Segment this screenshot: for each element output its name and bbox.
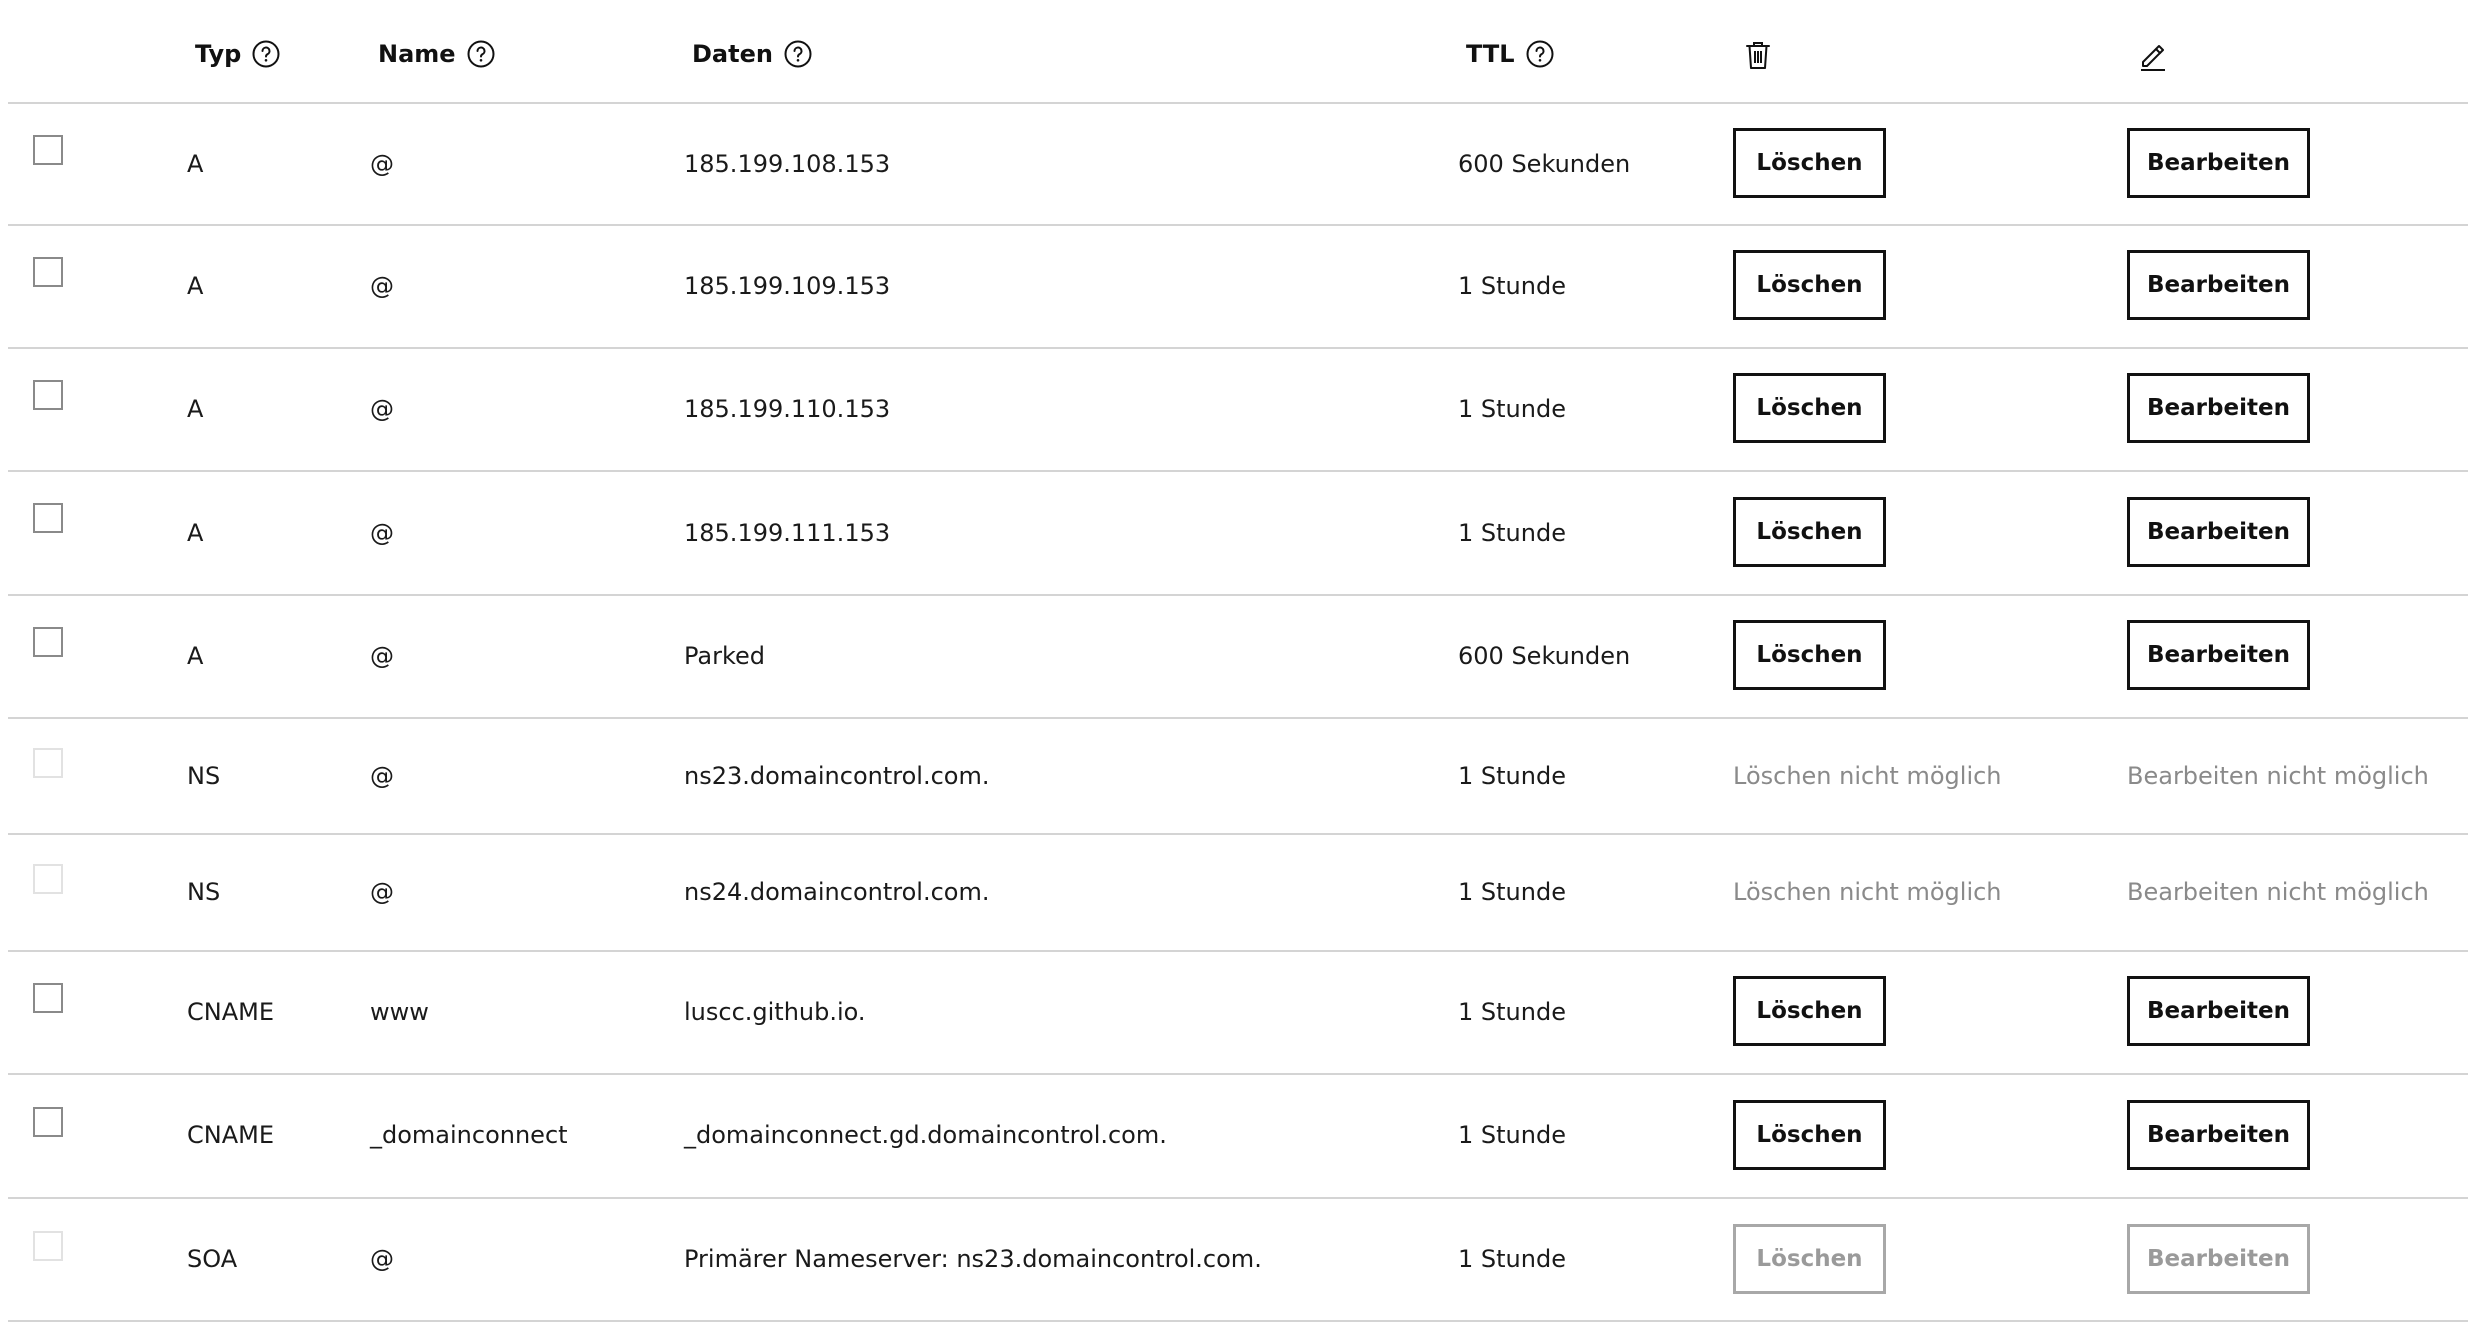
row-checkbox[interactable] (33, 1107, 63, 1137)
help-circle-icon[interactable] (251, 39, 281, 69)
record-ttl: 1 Stunde (1458, 272, 1566, 300)
record-ttl: 1 Stunde (1458, 762, 1566, 790)
delete-button[interactable]: Löschen (1733, 1100, 1886, 1170)
table-row: CNAME _domainconnect _domainconnect.gd.d… (8, 1075, 2468, 1199)
row-checkbox (33, 1231, 63, 1261)
record-data: ns23.domaincontrol.com. (684, 762, 990, 790)
help-circle-icon[interactable] (783, 39, 813, 69)
header-data-label: Daten (692, 40, 773, 68)
delete-not-possible-text: Löschen nicht möglich (1733, 762, 2002, 790)
header-ttl: TTL (1466, 38, 1555, 70)
table-row: A @ 185.199.110.153 1 Stunde Löschen Bea… (8, 349, 2468, 472)
row-checkbox[interactable] (33, 380, 63, 410)
help-circle-icon[interactable] (1525, 39, 1555, 69)
record-ttl: 1 Stunde (1458, 395, 1566, 423)
record-data: 185.199.111.153 (684, 519, 891, 547)
edit-button[interactable]: Bearbeiten (2127, 128, 2310, 198)
table-row: NS @ ns24.domaincontrol.com. 1 Stunde Lö… (8, 835, 2468, 952)
record-type: SOA (187, 1245, 238, 1273)
help-circle-icon[interactable] (466, 39, 496, 69)
record-name: @ (370, 272, 394, 300)
record-data: 185.199.110.153 (684, 395, 891, 423)
edit-button[interactable]: Bearbeiten (2127, 1100, 2310, 1170)
header-name: Name (378, 38, 496, 70)
record-name: @ (370, 878, 394, 906)
record-type: A (187, 272, 204, 300)
record-ttl: 1 Stunde (1458, 998, 1566, 1026)
table-row: NS @ ns23.domaincontrol.com. 1 Stunde Lö… (8, 719, 2468, 835)
record-name: _domainconnect (370, 1121, 568, 1149)
delete-button[interactable]: Löschen (1733, 976, 1886, 1046)
delete-button[interactable]: Löschen (1733, 128, 1886, 198)
record-data: Parked (684, 642, 766, 670)
trash-icon (1741, 38, 1775, 72)
table-row: A @ Parked 600 Sekunden Löschen Bearbeit… (8, 596, 2468, 719)
table-header: Typ Name Daten TTL (8, 0, 2468, 104)
record-name: @ (370, 519, 394, 547)
header-data: Daten (692, 38, 813, 70)
record-ttl: 600 Sekunden (1458, 150, 1631, 178)
record-name: @ (370, 1245, 394, 1273)
edit-not-possible-text: Bearbeiten nicht möglich (2127, 762, 2429, 790)
pencil-icon (2135, 38, 2169, 72)
row-checkbox[interactable] (33, 503, 63, 533)
record-ttl: 1 Stunde (1458, 519, 1566, 547)
row-checkbox[interactable] (33, 983, 63, 1013)
edit-button[interactable]: Bearbeiten (2127, 620, 2310, 690)
row-checkbox[interactable] (33, 135, 63, 165)
table-row: A @ 185.199.108.153 600 Sekunden Löschen… (8, 104, 2468, 226)
delete-not-possible-text: Löschen nicht möglich (1733, 878, 2002, 906)
table-row: A @ 185.199.111.153 1 Stunde Löschen Bea… (8, 472, 2468, 596)
record-type: NS (187, 878, 221, 906)
record-name: @ (370, 762, 394, 790)
header-type-label: Typ (195, 40, 242, 68)
record-name: www (370, 998, 429, 1026)
table-row: A @ 185.199.109.153 1 Stunde Löschen Bea… (8, 226, 2468, 349)
record-type: CNAME (187, 1121, 274, 1149)
record-type: CNAME (187, 998, 274, 1026)
table-row: SOA @ Primärer Nameserver: ns23.domainco… (8, 1199, 2468, 1322)
delete-button[interactable]: Löschen (1733, 250, 1886, 320)
record-ttl: 1 Stunde (1458, 1121, 1566, 1149)
edit-button[interactable]: Bearbeiten (2127, 976, 2310, 1046)
header-type: Typ (195, 38, 281, 70)
record-name: @ (370, 395, 394, 423)
record-type: NS (187, 762, 221, 790)
delete-button-disabled: Löschen (1733, 1224, 1886, 1294)
record-data: luscc.github.io. (684, 998, 866, 1026)
edit-button[interactable]: Bearbeiten (2127, 497, 2310, 567)
record-ttl: 1 Stunde (1458, 878, 1566, 906)
table-row: CNAME www luscc.github.io. 1 Stunde Lösc… (8, 952, 2468, 1075)
row-checkbox[interactable] (33, 257, 63, 287)
delete-button[interactable]: Löschen (1733, 620, 1886, 690)
row-checkbox[interactable] (33, 627, 63, 657)
record-data: ns24.domaincontrol.com. (684, 878, 990, 906)
row-checkbox (33, 748, 63, 778)
edit-button-disabled: Bearbeiten (2127, 1224, 2310, 1294)
record-ttl: 1 Stunde (1458, 1245, 1566, 1273)
header-ttl-label: TTL (1466, 40, 1515, 68)
delete-button[interactable]: Löschen (1733, 497, 1886, 567)
delete-button[interactable]: Löschen (1733, 373, 1886, 443)
record-type: A (187, 642, 204, 670)
record-data: _domainconnect.gd.domaincontrol.com. (684, 1121, 1167, 1149)
record-ttl: 600 Sekunden (1458, 642, 1631, 670)
record-type: A (187, 150, 204, 178)
edit-button[interactable]: Bearbeiten (2127, 250, 2310, 320)
record-name: @ (370, 642, 394, 670)
edit-button[interactable]: Bearbeiten (2127, 373, 2310, 443)
header-name-label: Name (378, 40, 456, 68)
record-name: @ (370, 150, 394, 178)
record-data: Primärer Nameserver: ns23.domaincontrol.… (684, 1245, 1262, 1273)
record-type: A (187, 519, 204, 547)
row-checkbox (33, 864, 63, 894)
edit-not-possible-text: Bearbeiten nicht möglich (2127, 878, 2429, 906)
record-data: 185.199.108.153 (684, 150, 891, 178)
record-type: A (187, 395, 204, 423)
record-data: 185.199.109.153 (684, 272, 891, 300)
